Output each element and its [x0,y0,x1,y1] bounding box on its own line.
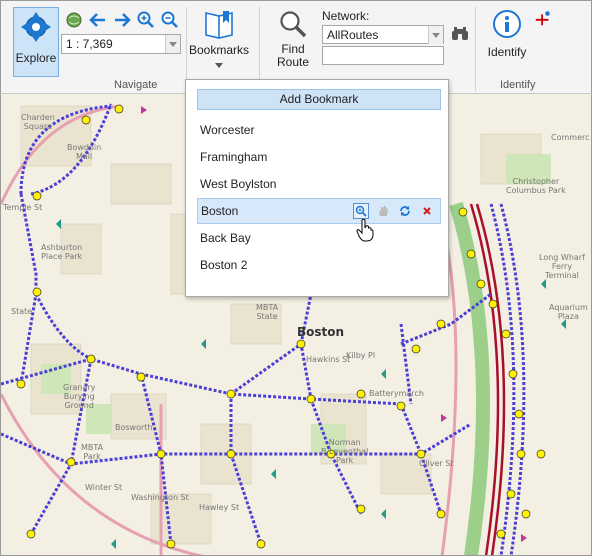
map-label-hawkins: Hawkins St [306,355,351,364]
chevron-down-icon[interactable] [165,35,180,53]
bookmark-item-back-bay[interactable]: Back Bay [197,225,441,251]
route-input[interactable] [322,46,444,65]
bookmark-book-icon [205,11,233,39]
map-label-commercial: Commerc [551,133,590,142]
explore-pan-icon [21,12,51,42]
hand-cursor-icon [356,218,374,242]
bookmarks-label: Bookmarks [188,43,250,57]
add-point-icon[interactable] [534,9,552,27]
bookmark-item-label: Boston [201,204,239,218]
map-label-granary: Granary Burying Ground [63,383,96,410]
map-label-oliver: Oliver St [419,459,454,468]
map-label-boston: Boston [297,325,345,339]
identify-group-label: Identify [500,79,536,91]
bookmark-item-boston[interactable]: Boston [197,198,441,224]
find-route-label-line2: Route [276,55,310,69]
navigate-group-label: Navigate [114,79,158,91]
bookmarks-popup: Add Bookmark Worcester Framingham West B… [185,79,449,297]
network-dropdown[interactable]: AllRoutes [322,25,444,44]
zoom-out-icon[interactable] [161,11,179,29]
network-value: AllRoutes [327,28,379,42]
identify-button[interactable]: Identify [486,9,528,59]
globe-icon[interactable] [65,11,83,29]
explore-button[interactable]: Explore [13,7,59,77]
chevron-down-icon[interactable] [428,26,443,44]
back-arrow-icon[interactable] [89,11,107,29]
refresh-icon[interactable] [397,203,413,219]
map-label-batterymarch: Batterymarch [369,389,424,398]
map-label-kilby: Kilby Pl [346,351,376,360]
pan-hand-icon[interactable] [375,203,391,219]
bookmarks-button[interactable]: Bookmarks [188,9,250,68]
divider [475,7,476,91]
bookmark-item-boston-2[interactable]: Boston 2 [197,252,441,278]
map-label-state: State [11,307,33,316]
scale-value: 1 : 7,369 [66,37,113,51]
map-label-bosworth: Bosworth [115,423,153,432]
map-label-ashburton: Ashburton Place Park [41,243,83,261]
forward-arrow-icon[interactable] [113,11,131,29]
map-label-hawley: Hawley St [199,503,240,512]
map-label-aquarium: Aquarium Plaza [549,303,588,321]
bookmark-tools [353,203,435,219]
map-label-christopher: Christopher Columbus Park [506,177,566,195]
identify-label: Identify [487,45,527,59]
map-label-winter: Winter St [85,483,123,492]
bookmark-item-framingham[interactable]: Framingham [197,144,441,170]
add-bookmark-button[interactable]: Add Bookmark [197,89,441,110]
binoculars-icon[interactable] [451,25,469,43]
scale-dropdown[interactable]: 1 : 7,369 [61,34,181,54]
magnifier-icon [280,11,307,38]
info-icon [493,10,521,38]
bookmark-item-west-boylston[interactable]: West Boylston [197,171,441,197]
map-label-norman: Norman B Leventhal Park [321,438,369,465]
bookmark-item-worcester[interactable]: Worcester [197,117,441,143]
explore-label: Explore [15,51,57,65]
map-label-long-wharf: Long Wharf Ferry Terminal [539,253,585,280]
zoom-to-bookmark-icon[interactable] [353,203,369,219]
map-label-washington: Washington St [131,493,189,502]
find-route-button[interactable]: Find Route [271,9,315,69]
map-label-mbta-state: MBTA State [256,303,279,321]
map-label-bowdoin: Bowdoin Mall [67,143,102,161]
network-label: Network: [322,9,370,23]
zoom-in-icon[interactable] [137,11,155,29]
map-label-temple: Temple St [3,203,43,212]
map-label-charden: Charden Square [21,113,55,131]
chevron-down-icon [215,63,223,68]
map-label-mbta-park: MBTA Park [81,443,104,461]
delete-icon[interactable] [419,203,435,219]
